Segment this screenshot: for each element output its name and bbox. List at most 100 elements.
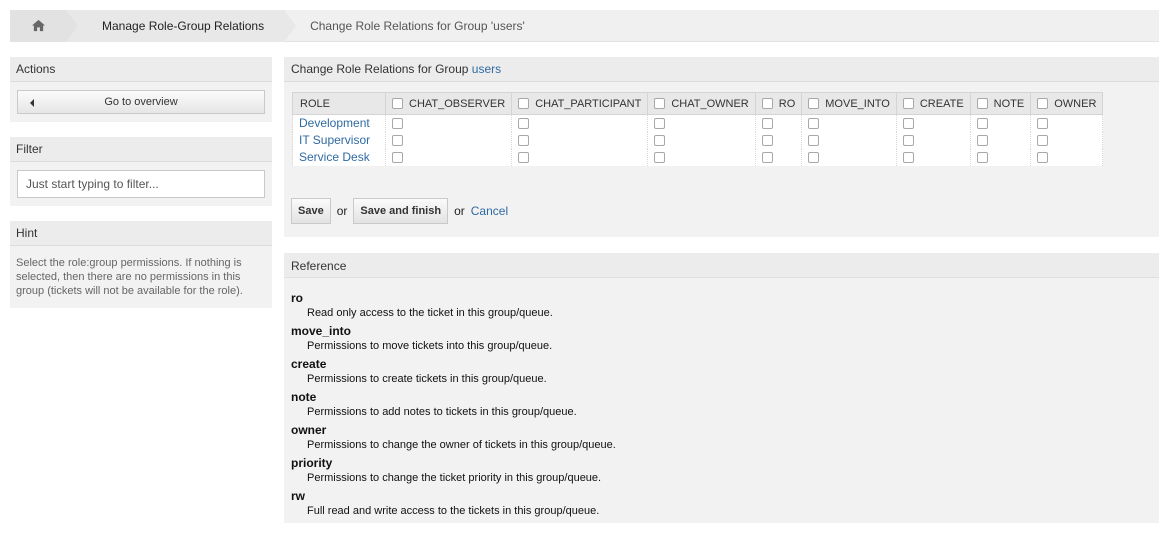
permission-checkbox[interactable] <box>976 117 988 129</box>
permission-cell <box>647 131 756 149</box>
permission-checkbox[interactable] <box>902 134 914 146</box>
permission-checkbox[interactable] <box>902 117 914 129</box>
permission-checkbox[interactable] <box>654 151 666 163</box>
breadcrumb-home[interactable] <box>10 9 78 42</box>
column-label: OWNER <box>1054 97 1097 110</box>
permission-checkbox[interactable] <box>902 151 914 163</box>
hint-title: Hint <box>10 221 272 246</box>
role-relations-box: Change Role Relations for Group users RO… <box>284 57 1159 237</box>
reference-term: move_into <box>291 324 352 338</box>
reference-description: Permissions to move tickets into this gr… <box>307 340 553 352</box>
permission-cell <box>801 148 897 166</box>
permission-cell <box>801 131 897 149</box>
column-header-move-into: MOVE_INTO <box>801 92 897 115</box>
reference-description: Read only access to the ticket in this g… <box>307 307 553 319</box>
column-header-chat-participant: CHAT_PARTICIPANT <box>511 92 649 115</box>
group-link[interactable]: users <box>472 62 501 76</box>
table-header-row: ROLE CHAT_OBSERVER CHAT_PARTICIPANT CHAT_O… <box>292 92 1104 115</box>
reference-description: Permissions to change the owner of ticke… <box>307 439 616 451</box>
breadcrumb-current: Change Role Relations for Group 'users' <box>284 10 545 42</box>
column-label: CHAT_OWNER <box>671 97 749 110</box>
column-label: RO <box>778 97 796 110</box>
breadcrumb-manage-role-group[interactable]: Manage Role-Group Relations <box>66 9 297 42</box>
select-all-checkbox[interactable] <box>976 98 988 110</box>
filter-box: Filter <box>10 137 272 206</box>
filter-title: Filter <box>10 137 272 162</box>
reference-description: Full read and write access to the ticket… <box>307 505 600 517</box>
save-button[interactable]: Save <box>291 198 331 224</box>
column-header-chat-observer: CHAT_OBSERVER <box>384 92 513 115</box>
filter-input[interactable] <box>17 170 265 198</box>
permission-checkbox[interactable] <box>808 117 820 129</box>
select-all-checkbox[interactable] <box>1037 98 1049 110</box>
breadcrumb-label: Manage Role-Group Relations <box>102 18 265 33</box>
permission-checkbox[interactable] <box>808 134 820 146</box>
reference-term: priority <box>291 456 333 470</box>
actions-box: Actions Go to overview <box>10 57 272 122</box>
column-label: CHAT_PARTICIPANT <box>535 97 642 110</box>
select-all-checkbox[interactable] <box>518 98 530 110</box>
go-to-overview-button[interactable]: Go to overview <box>17 90 265 114</box>
permission-checkbox[interactable] <box>761 151 773 163</box>
overview-label: Go to overview <box>104 96 178 108</box>
permission-checkbox[interactable] <box>654 117 666 129</box>
column-header-note: NOTE <box>969 92 1032 115</box>
select-all-checkbox[interactable] <box>808 98 820 110</box>
save-and-finish-button[interactable]: Save and finish <box>353 198 449 224</box>
select-all-checkbox[interactable] <box>654 98 666 110</box>
permission-cell <box>969 148 1032 166</box>
permission-cell <box>801 114 897 132</box>
permission-cell <box>647 148 756 166</box>
permission-cell <box>384 148 513 166</box>
reference-description: Permissions to create tickets in this gr… <box>307 373 547 385</box>
permission-checkbox[interactable] <box>761 134 773 146</box>
permission-checkbox[interactable] <box>392 117 403 129</box>
permission-checkbox[interactable] <box>518 151 530 163</box>
column-label: CHAT_OBSERVER <box>409 97 506 110</box>
role-name-link[interactable]: Service Desk <box>292 148 386 166</box>
permission-checkbox[interactable] <box>518 134 530 146</box>
permission-cell <box>754 131 803 149</box>
reference-term: rw <box>291 489 306 503</box>
hint-text: Select the role:group permissions. If no… <box>16 257 243 297</box>
permission-checkbox[interactable] <box>976 151 988 163</box>
permission-cell <box>647 114 756 132</box>
select-all-checkbox[interactable] <box>902 98 914 110</box>
home-icon <box>31 19 45 32</box>
permission-checkbox[interactable] <box>1037 117 1049 129</box>
permission-checkbox[interactable] <box>392 134 403 146</box>
permission-checkbox[interactable] <box>808 151 820 163</box>
sidebar: Actions Go to overview Filter Hint Selec… <box>10 57 272 323</box>
permission-checkbox[interactable] <box>1037 151 1049 163</box>
reference-term: ro <box>291 291 303 305</box>
permission-checkbox[interactable] <box>392 151 403 163</box>
hint-box: Hint Select the role:group permissions. … <box>10 221 272 308</box>
table-row: IT Supervisor <box>292 131 1104 149</box>
column-label: NOTE <box>993 97 1025 110</box>
permission-cell <box>1030 114 1104 132</box>
or-text: or <box>336 204 348 218</box>
permission-checkbox[interactable] <box>518 117 530 129</box>
table-row: Service Desk <box>292 148 1104 166</box>
permission-cell <box>754 114 803 132</box>
permission-checkbox[interactable] <box>654 134 666 146</box>
table-row: Development <box>292 114 1104 132</box>
title-prefix: Change Role Relations for Group <box>291 62 469 76</box>
cancel-link[interactable]: Cancel <box>471 204 508 218</box>
relations-table: ROLE CHAT_OBSERVER CHAT_PARTICIPANT CHAT_O… <box>292 92 1104 166</box>
permission-checkbox[interactable] <box>976 134 988 146</box>
permission-checkbox[interactable] <box>761 117 773 129</box>
role-name-link[interactable]: Development <box>292 114 386 132</box>
permission-cell <box>1030 131 1104 149</box>
permission-cell <box>895 148 971 166</box>
breadcrumb: Manage Role-Group Relations Change Role … <box>10 9 1159 42</box>
select-all-checkbox[interactable] <box>392 98 403 110</box>
select-all-checkbox[interactable] <box>761 98 773 110</box>
permission-cell <box>969 114 1032 132</box>
role-name-link[interactable]: IT Supervisor <box>292 131 386 149</box>
reference-description: Permissions to change the ticket priorit… <box>307 472 602 484</box>
permission-checkbox[interactable] <box>1037 134 1049 146</box>
permission-cell <box>384 131 513 149</box>
main-content: Change Role Relations for Group users RO… <box>284 57 1159 523</box>
column-header-owner: OWNER <box>1030 92 1104 115</box>
